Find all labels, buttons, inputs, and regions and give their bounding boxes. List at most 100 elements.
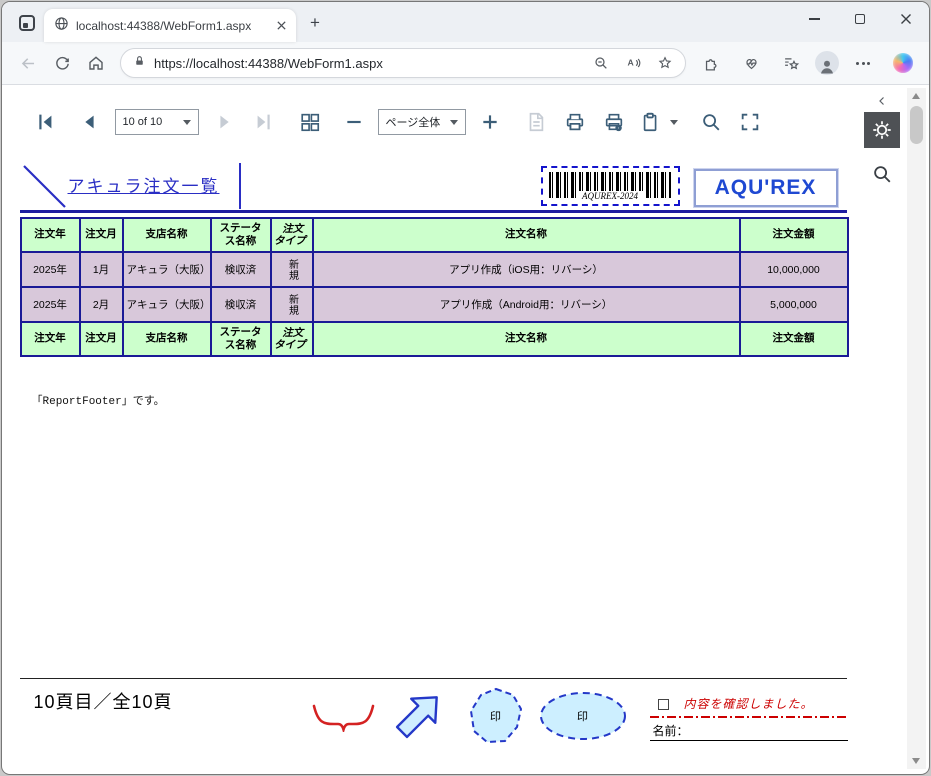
barcode-label: AQUREX-2024 <box>577 191 643 201</box>
cell-type: 新規 <box>269 286 314 323</box>
new-tab-button[interactable]: + <box>302 10 328 36</box>
page-indicator: 10頁目／全10頁 <box>33 692 173 712</box>
print-icon <box>566 113 583 131</box>
print-layout-icon <box>529 112 543 132</box>
tab-close-icon[interactable] <box>272 17 290 35</box>
col-amount: 注文金額 <box>738 217 849 253</box>
red-dashed-line <box>649 716 847 718</box>
chevron-down-icon <box>182 119 191 125</box>
chevron-down-icon <box>669 119 678 125</box>
zoom-mode-dropdown[interactable]: ページ全体 <box>377 109 466 135</box>
stamp-ellipse: 印 <box>538 690 628 742</box>
search-icon <box>702 114 719 131</box>
cell-month: 1月 <box>78 251 124 288</box>
back-icon <box>21 57 34 69</box>
stamp-polygon: 印 <box>468 686 524 746</box>
cell-amount: 10,000,000 <box>738 251 849 288</box>
back-button[interactable] <box>12 47 44 79</box>
extensions-icon <box>705 58 716 71</box>
title-bar: localhost:44388/WebForm1.aspx + <box>2 2 929 42</box>
export-button[interactable] <box>640 109 678 135</box>
search-icon <box>873 166 890 183</box>
globe-icon <box>54 16 69 36</box>
report-footer-note: 「ReportFooter」です。 <box>31 396 165 408</box>
col-order-name: 注文名称 <box>311 321 741 357</box>
close-button[interactable] <box>883 2 929 36</box>
read-aloud-icon[interactable]: A <box>621 51 645 75</box>
page-number-value: 10 of 10 <box>122 116 163 128</box>
address-bar[interactable]: https://localhost:44388/WebForm1.aspx A <box>120 48 686 78</box>
maximize-icon <box>855 14 865 24</box>
scroll-up-button[interactable] <box>907 88 926 104</box>
zoom-in-button[interactable] <box>477 109 503 135</box>
print-button[interactable] <box>562 109 588 135</box>
col-order-name: 注文名称 <box>311 217 741 253</box>
extensions-button[interactable] <box>695 47 727 79</box>
browser-essentials-icon <box>745 58 757 69</box>
vertical-scrollbar[interactable] <box>906 88 926 769</box>
home-button[interactable] <box>80 47 112 79</box>
chevron-down-icon <box>449 119 458 125</box>
page-setup-button[interactable] <box>601 109 627 135</box>
refresh-button[interactable] <box>46 47 78 79</box>
header-rule <box>19 210 847 213</box>
stamp-label: 印 <box>577 711 588 723</box>
table-row: 2025年 1月 アキュラ（大阪） 検収済 新規 アプリ作成（iOS用：リバーシ… <box>19 251 849 288</box>
scrollbar-thumb[interactable] <box>909 106 923 144</box>
browser-tab[interactable]: localhost:44388/WebForm1.aspx <box>44 9 296 42</box>
favorites-hub-icon <box>784 57 799 69</box>
zoom-in-icon <box>482 115 497 129</box>
report-page: アキュラ注文一覧 AQUREX-2024 AQU'REX 注文年 注文月 支店名… <box>19 160 852 762</box>
search-button[interactable] <box>698 109 724 135</box>
workspaces-button[interactable] <box>14 10 40 36</box>
col-order-type: 注文 タイプ <box>269 321 314 357</box>
settings-panel-button[interactable] <box>863 112 900 148</box>
scroll-down-button[interactable] <box>907 753 926 769</box>
barcode: AQUREX-2024 <box>540 166 680 206</box>
first-page-button[interactable] <box>32 109 58 135</box>
page-layout-icon <box>300 113 319 132</box>
cell-name: アプリ作成（iOS用：リバーシ） <box>311 251 741 288</box>
page-number-dropdown[interactable]: 10 of 10 <box>114 109 199 135</box>
settings-menu-button[interactable] <box>847 47 879 79</box>
last-page-button[interactable] <box>251 109 277 135</box>
confirm-checkbox[interactable] <box>657 699 669 710</box>
more-icon <box>856 61 870 65</box>
stamp-label: 印 <box>490 711 501 723</box>
fullscreen-button[interactable] <box>737 109 763 135</box>
minimize-button[interactable] <box>791 2 837 36</box>
next-page-icon <box>219 115 229 129</box>
col-branch: 支店名称 <box>121 321 212 357</box>
arrow-down-icon <box>912 757 920 764</box>
browser-essentials-button[interactable] <box>735 47 767 79</box>
lock-icon <box>133 54 146 73</box>
cell-month: 2月 <box>78 286 124 323</box>
svg-text:A: A <box>627 58 634 68</box>
favorite-star-icon[interactable] <box>653 51 677 75</box>
panel-search-button[interactable] <box>868 160 896 188</box>
workspaces-icon <box>19 15 35 31</box>
print-layout-button[interactable] <box>523 109 549 135</box>
cell-year: 2025年 <box>19 251 81 288</box>
cell-year: 2025年 <box>19 286 81 323</box>
profile-avatar[interactable] <box>815 51 839 75</box>
col-order-year: 注文年 <box>19 217 81 253</box>
page-setup-icon <box>605 113 622 132</box>
navigation-bar: https://localhost:44388/WebForm1.aspx A <box>2 42 929 85</box>
zoom-out-button[interactable] <box>341 109 367 135</box>
col-order-type: 注文 タイプ <box>269 217 314 253</box>
col-status: ステータス名称 <box>209 217 272 253</box>
copilot-button[interactable] <box>887 47 919 79</box>
page-layout-button[interactable] <box>297 109 323 135</box>
next-page-button[interactable] <box>212 109 238 135</box>
maximize-button[interactable] <box>837 2 883 36</box>
table-footer-row: 注文年 注文月 支店名称 ステータス名称 注文 タイプ 注文名称 注文金額 <box>19 321 849 357</box>
favorites-hub-button[interactable] <box>775 47 807 79</box>
cell-name: アプリ作成（Android用：リバーシ） <box>311 286 741 323</box>
address-input[interactable]: https://localhost:44388/WebForm1.aspx <box>154 56 581 71</box>
previous-page-button[interactable] <box>76 109 102 135</box>
sidebar-collapse-button[interactable] <box>872 91 892 111</box>
zoom-indicator-icon[interactable] <box>589 51 613 75</box>
home-icon <box>89 56 103 70</box>
viewer-toolbar: 10 of 10 ページ全体 <box>32 102 763 142</box>
